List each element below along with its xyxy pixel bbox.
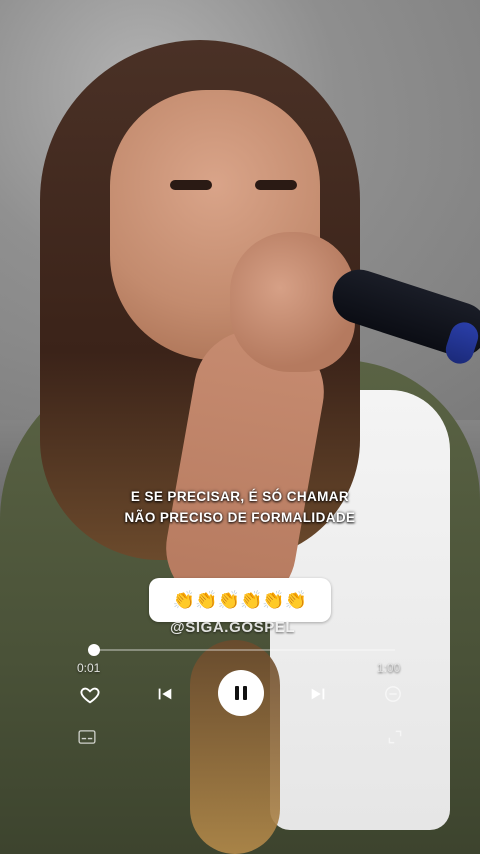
clapping-emoji-row: 👏👏👏👏👏👏 xyxy=(172,589,308,610)
expand-icon xyxy=(388,730,402,744)
captions-icon xyxy=(78,730,96,744)
right-eye xyxy=(255,180,297,190)
minus-icon xyxy=(385,686,401,702)
next-icon xyxy=(311,688,325,700)
left-eye xyxy=(170,180,212,190)
watermark: @SIGA.GOSPEL xyxy=(170,619,296,636)
emoji-sticker: 👏👏👏👏👏👏 xyxy=(149,578,331,622)
expand-button[interactable] xyxy=(384,727,406,747)
progress-bar[interactable] xyxy=(88,644,395,656)
heart-icon xyxy=(80,687,100,704)
previous-icon xyxy=(158,688,172,700)
caption-line-1: E SE PRECISAR, É SÓ CHAMAR xyxy=(130,489,350,504)
play-pause-button[interactable] xyxy=(218,670,264,716)
video-frame[interactable]: E SE PRECISAR, É SÓ CHAMAR NÃO PRECISO D… xyxy=(0,0,480,854)
previous-button[interactable] xyxy=(155,684,175,704)
current-time: 0:01 xyxy=(77,661,101,675)
caption-line-2: NÃO PRECISO DE FORMALIDADE xyxy=(124,510,356,525)
pause-icon xyxy=(235,686,247,700)
duration: 1:00 xyxy=(377,661,401,675)
like-button[interactable] xyxy=(78,683,102,707)
volume-button[interactable] xyxy=(382,683,404,705)
captions-button[interactable] xyxy=(76,727,98,747)
next-button[interactable] xyxy=(308,684,328,704)
